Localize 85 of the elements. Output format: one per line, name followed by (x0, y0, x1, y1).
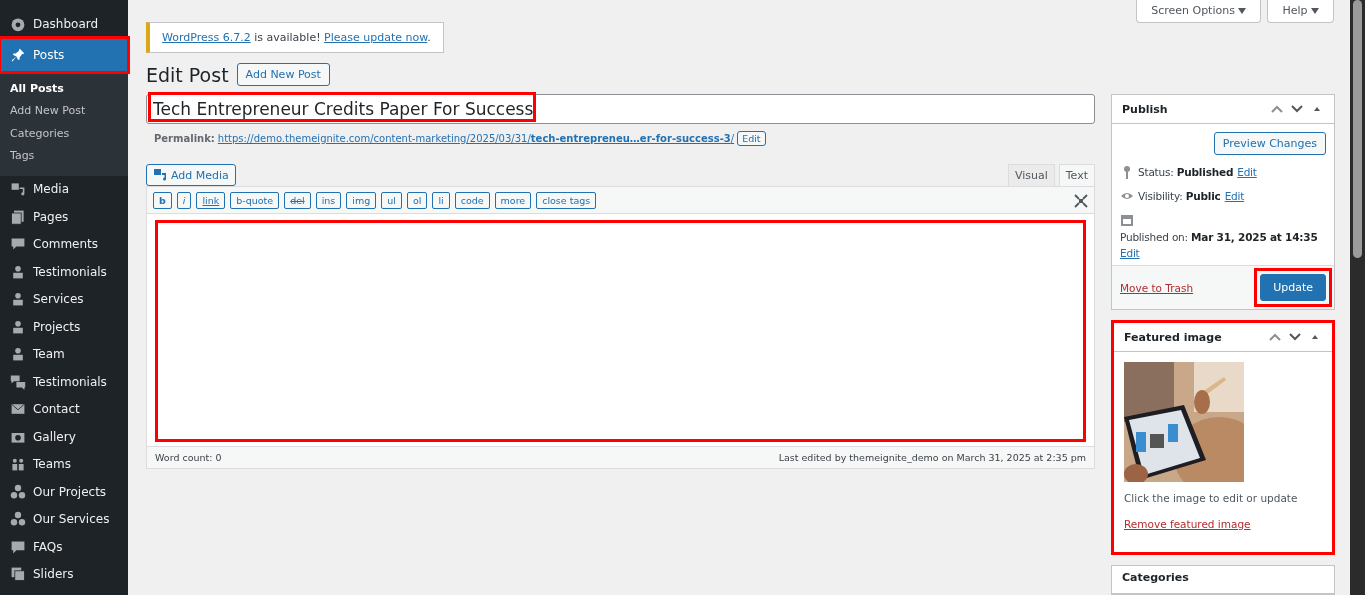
box-title: Categories (1122, 571, 1189, 584)
hint-text: Click the image to edit or update (1124, 492, 1299, 504)
calendar-icon (1120, 213, 1134, 227)
sidebar-item[interactable]: Sliders (0, 560, 128, 588)
add-new-post-button[interactable]: Add New Post (236, 63, 330, 86)
quicktag-button[interactable]: ol (406, 192, 428, 209)
quicktag-button[interactable]: ul (381, 192, 402, 209)
editor-tab[interactable]: Text (1058, 164, 1095, 186)
sidebar-item[interactable]: Testimonials (0, 368, 128, 396)
quicktag-button[interactable]: link (196, 192, 226, 209)
circles-icon (10, 483, 26, 500)
notice-text: is available! (254, 31, 321, 44)
sidebar-item[interactable]: Dashboard (0, 10, 128, 38)
quicktag-button[interactable]: i (176, 192, 192, 209)
sidebar-item[interactable]: Comments (0, 230, 128, 258)
edit-link[interactable]: Edit (1224, 190, 1245, 202)
slides-icon (10, 566, 26, 583)
sidebar-item[interactable]: Our Services (0, 505, 128, 533)
person-icon (10, 291, 26, 308)
remove-image-link[interactable]: Remove featured image (1124, 518, 1251, 530)
sidebar-item[interactable]: Contact (0, 395, 128, 423)
box-title: Featured image (1124, 330, 1222, 344)
pushpin-icon (10, 46, 26, 63)
quicktag-button[interactable]: img (346, 192, 377, 209)
box-title: Publish (1122, 102, 1168, 116)
sidebar-item[interactable]: Projects (0, 313, 128, 341)
quicktag-button[interactable]: li (432, 192, 450, 209)
permalink-label: Permalink: (154, 133, 215, 144)
dashboard-icon (10, 15, 26, 32)
person-icon (10, 263, 26, 280)
add-media-button[interactable]: Add Media (146, 164, 236, 186)
trash-link[interactable]: Move to Trash (1120, 281, 1194, 294)
sidebar-item[interactable]: Gallery (0, 423, 128, 451)
notice-text: . (427, 31, 431, 44)
submenu-item[interactable]: All Posts (0, 77, 128, 100)
speech-bubble-icon (10, 538, 26, 555)
dropdown-tab[interactable]: Screen Options (1136, 0, 1262, 23)
quicktag-button[interactable]: del (284, 192, 311, 209)
preview-button[interactable]: Preview Changes (1213, 132, 1326, 155)
content-editor[interactable] (155, 220, 1086, 442)
sidebar-item[interactable]: Teams (0, 450, 128, 478)
title-field[interactable]: Tech Entrepreneur Credits Paper For Success (146, 94, 1095, 124)
sidebar-item[interactable]: FAQs (0, 533, 128, 561)
media-icon (10, 181, 26, 198)
quicktag-button[interactable]: more (494, 192, 532, 209)
version-link[interactable]: WordPress 6.7.2 (162, 31, 251, 44)
person-icon (10, 346, 26, 363)
group-icon (10, 456, 26, 473)
circles-icon (10, 511, 26, 528)
person-icon (10, 318, 26, 335)
sidebar-item[interactable]: Our Projects (0, 478, 128, 506)
publish-info: Status: Published (1138, 166, 1234, 178)
permalink-link[interactable]: https://demo.themeignite.com/content-marketing/2025/03/31/tech-entrepreneu…er-for-success-3/ (217, 133, 735, 144)
pages-icon (10, 208, 26, 225)
submenu-item[interactable]: Tags (0, 145, 128, 168)
caret-icon (1311, 8, 1319, 14)
page-heading: Edit Post (146, 63, 229, 86)
edit-button[interactable]: Edit (737, 131, 766, 146)
quicktag-button[interactable]: b-quote (230, 192, 280, 209)
submenu-item[interactable]: Add New Post (0, 100, 128, 123)
word-count: Word count: 0 (155, 452, 222, 463)
quicktag-button[interactable]: close tags (536, 192, 597, 209)
quicktag-button[interactable]: code (454, 192, 490, 209)
caret-icon (1238, 8, 1247, 14)
scrollbar-thumb[interactable] (1353, 0, 1362, 258)
quicktag-button[interactable]: ins (315, 192, 342, 209)
edit-link[interactable]: Edit (1237, 166, 1257, 178)
dropdown-tab[interactable]: Help (1267, 0, 1334, 23)
sidebar-item[interactable]: Pages (0, 203, 128, 231)
last-edited-text: Last edited by themeignite_demo on March 31, 2025 at 2:35 pm (778, 452, 1086, 463)
publish-info: Published on: Mar 31, 2025 at 14:35 (1120, 231, 1318, 243)
sidebar-item[interactable]: Media (0, 175, 128, 203)
publish-info: Visibility: Public (1138, 190, 1221, 202)
submenu-item[interactable]: Categories (0, 122, 128, 145)
quicktag-button[interactable]: b (153, 192, 172, 209)
sidebar-item[interactable]: Team (0, 340, 128, 368)
editor-tab[interactable]: Visual (1007, 164, 1055, 186)
edit-link[interactable]: Edit (1120, 247, 1140, 259)
fullscreen-icon[interactable] (1074, 193, 1088, 208)
media-icon (153, 168, 167, 182)
sidebar-item[interactable]: Services (0, 285, 128, 313)
speech-bubbles-icon (10, 373, 26, 390)
sidebar-item[interactable]: Posts (0, 37, 128, 72)
sidebar-item[interactable]: Testimonials (0, 258, 128, 286)
update-button[interactable]: Update (1260, 274, 1326, 301)
